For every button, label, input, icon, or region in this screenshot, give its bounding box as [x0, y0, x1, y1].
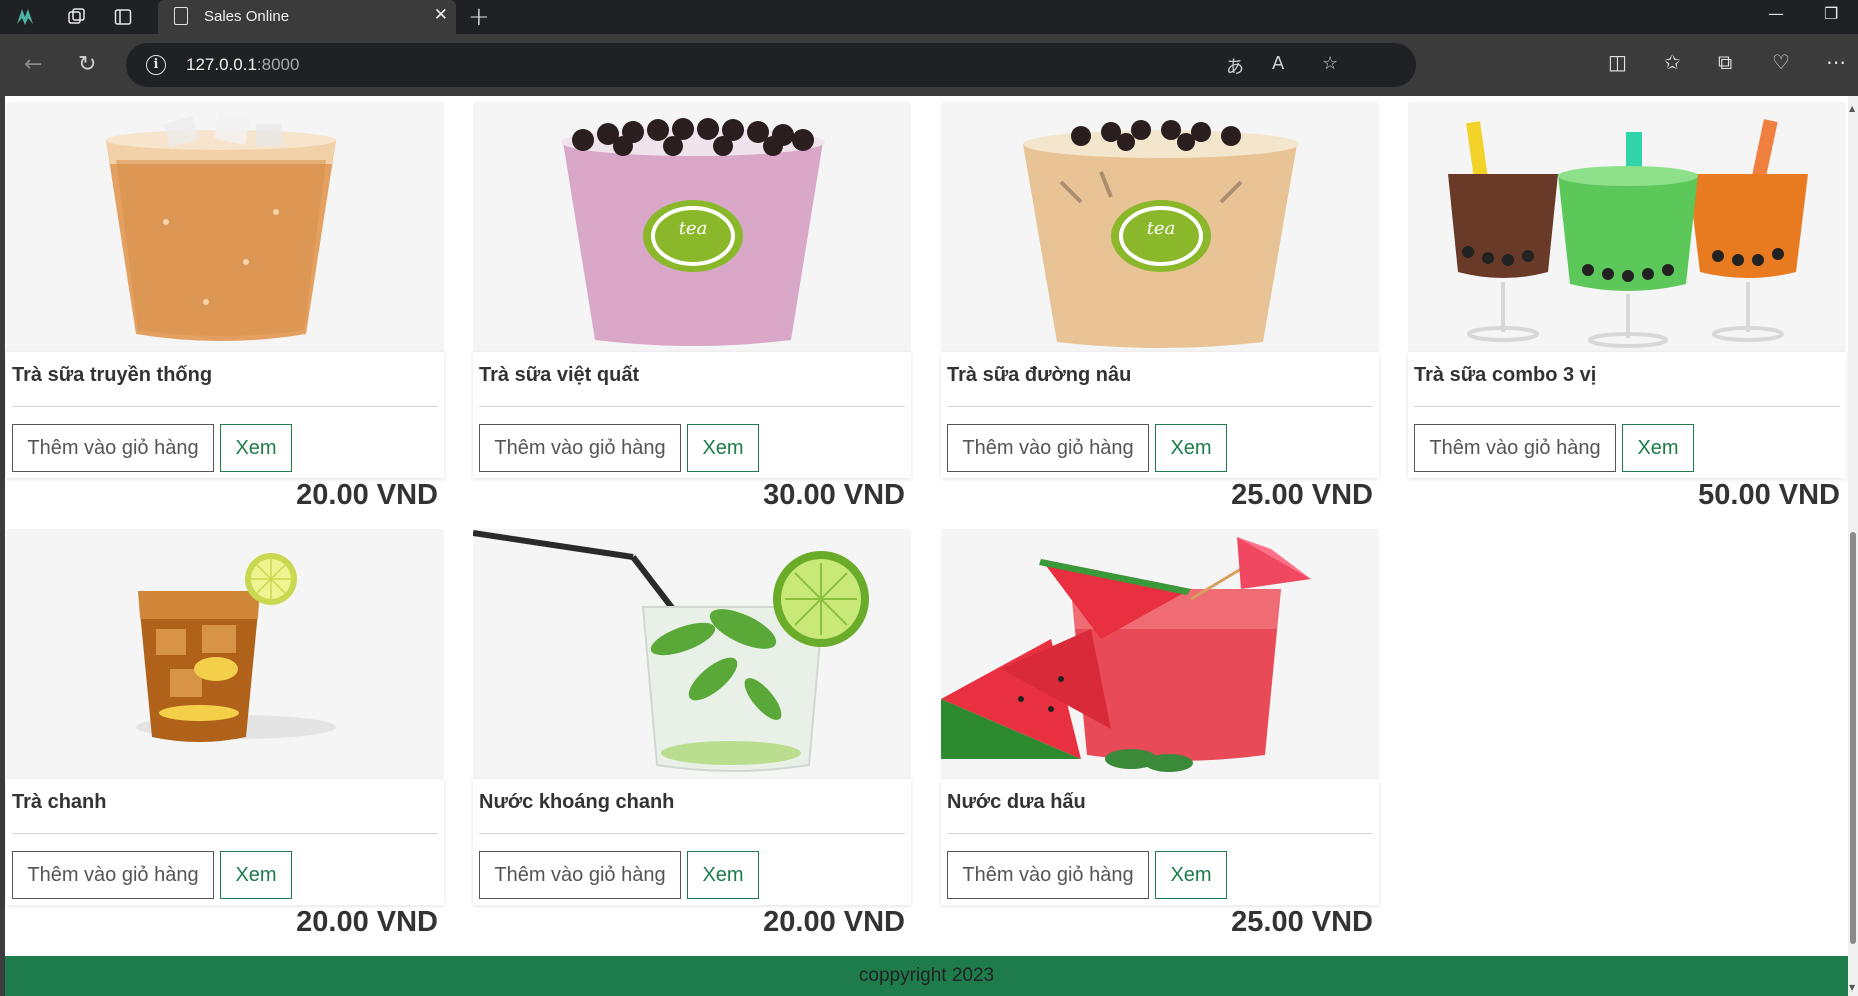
view-button[interactable]: Xem [220, 851, 292, 899]
product-card-body: Nước dưa hấu Thêm vào giỏ hàng Xem [941, 779, 1379, 905]
product-image-brown-sugar-milk-tea: tea [941, 102, 1379, 352]
add-to-cart-button[interactable]: Thêm vào giỏ hàng [1414, 424, 1616, 472]
product-name: Trà sữa combo 3 vị [1414, 364, 1597, 386]
back-icon[interactable]: ← [24, 52, 42, 77]
window-edge [0, 96, 5, 996]
product-name: Nước dưa hấu [947, 791, 1086, 813]
workspaces-icon[interactable] [66, 6, 88, 28]
view-button[interactable]: Xem [1155, 424, 1227, 472]
divider [479, 833, 905, 834]
product-price: 20.00 VND [763, 906, 905, 938]
product-card-body: Trà sữa truyền thống Thêm vào giỏ hàng X… [6, 352, 444, 478]
add-to-cart-button[interactable]: Thêm vào giỏ hàng [947, 424, 1149, 472]
read-aloud-icon[interactable]: A [1272, 53, 1284, 74]
browser-essentials-icon[interactable]: ♡ [1772, 50, 1790, 74]
product-card: tea Trà sữa việt quất Thêm vào giỏ hàng … [473, 102, 911, 511]
tab-sales-online[interactable]: Sales Online ✕ [158, 0, 456, 34]
translate-icon[interactable]: あ [1226, 53, 1244, 79]
url-port: :8000 [256, 55, 300, 74]
product-card: Nước dưa hấu Thêm vào giỏ hàng Xem 25.00… [941, 529, 1379, 938]
vertical-tabs-icon[interactable] [112, 6, 134, 28]
product-name: Trà sữa truyền thống [12, 364, 213, 386]
site-info-icon[interactable]: i [146, 55, 166, 75]
scrollbar-thumb[interactable] [1850, 532, 1856, 944]
product-price: 20.00 VND [296, 479, 438, 511]
add-to-cart-button[interactable]: Thêm vào giỏ hàng [479, 424, 681, 472]
refresh-icon[interactable]: ↻ [78, 52, 96, 77]
product-name: Trà sữa đường nâu [947, 364, 1132, 386]
scroll-down-arrow-icon[interactable]: ▼ [1849, 983, 1855, 992]
url-text[interactable]: 127.0.0.1:8000 [186, 55, 299, 75]
view-button[interactable]: Xem [1155, 851, 1227, 899]
add-to-cart-button[interactable]: Thêm vào giỏ hàng [12, 424, 214, 472]
product-name: Trà sữa việt quất [479, 364, 640, 386]
page-scrollbar[interactable]: ▲ ▼ [1848, 96, 1858, 996]
view-button[interactable]: Xem [1622, 424, 1694, 472]
favorite-star-icon[interactable]: ☆ [1322, 53, 1338, 74]
divider [947, 833, 1373, 834]
product-price: 30.00 VND [763, 479, 905, 511]
add-to-cart-button[interactable]: Thêm vào giỏ hàng [947, 851, 1149, 899]
product-card: Trà sữa combo 3 vị Thêm vào giỏ hàng Xem… [1408, 102, 1846, 511]
view-button[interactable]: Xem [687, 851, 759, 899]
product-image-blueberry-milk-tea: tea [473, 102, 911, 352]
site-footer: coppyright 2023 [5, 956, 1848, 996]
page-viewport: Trà sữa truyền thống Thêm vào giỏ hàng X… [0, 96, 1858, 996]
product-card-body: Nước khoáng chanh Thêm vào giỏ hàng Xem [473, 779, 911, 905]
address-bar[interactable]: i 127.0.0.1:8000 あ A ☆ [126, 43, 1416, 87]
product-card-body: Trà chanh Thêm vào giỏ hàng Xem [6, 779, 444, 905]
add-to-cart-button[interactable]: Thêm vào giỏ hàng [12, 851, 214, 899]
url-host: 127.0.0.1 [186, 55, 257, 74]
browser-titlebar: Sales Online ✕ + — ❐ [0, 0, 1858, 34]
divider [12, 833, 438, 834]
product-image-lemon-tea [6, 529, 444, 779]
product-name: Trà chanh [12, 791, 107, 813]
product-card: Trà chanh Thêm vào giỏ hàng Xem 20.00 VN… [6, 529, 444, 938]
product-card-body: Trà sữa việt quất Thêm vào giỏ hàng Xem [473, 352, 911, 478]
product-price: 25.00 VND [1231, 906, 1373, 938]
collections-icon[interactable]: ⧉ [1718, 50, 1732, 74]
view-button[interactable]: Xem [220, 424, 292, 472]
product-price: 50.00 VND [1698, 479, 1840, 511]
view-button[interactable]: Xem [687, 424, 759, 472]
minimize-icon[interactable]: — [1768, 4, 1784, 23]
tab-title: Sales Online [204, 8, 290, 25]
divider [947, 406, 1373, 407]
restore-icon[interactable]: ❐ [1824, 4, 1838, 23]
close-tab-icon[interactable]: ✕ [434, 5, 448, 25]
divider [479, 406, 905, 407]
product-price: 20.00 VND [296, 906, 438, 938]
divider [12, 406, 438, 407]
product-image-watermelon-juice [941, 529, 1379, 779]
product-image-combo-3-flavors [1408, 102, 1846, 352]
product-name: Nước khoáng chanh [479, 791, 675, 813]
browser-profile-icon[interactable] [14, 6, 36, 28]
product-card: Nước khoáng chanh Thêm vào giỏ hàng Xem … [473, 529, 911, 938]
svg-text:tea: tea [679, 218, 708, 239]
copyright-text: coppyright 2023 [858, 965, 995, 986]
scroll-up-arrow-icon[interactable]: ▲ [1849, 104, 1855, 113]
product-card: Trà sữa truyền thống Thêm vào giỏ hàng X… [6, 102, 444, 511]
product-card: tea Trà sữa đường nâu Thêm vào giỏ hàng … [941, 102, 1379, 511]
divider [1414, 406, 1840, 407]
page-icon [174, 7, 188, 25]
product-image-lime-mineral-water [473, 529, 911, 779]
product-price: 25.00 VND [1231, 479, 1373, 511]
add-to-cart-button[interactable]: Thêm vào giỏ hàng [479, 851, 681, 899]
new-tab-icon[interactable]: + [468, 2, 490, 32]
product-card-body: Trà sữa combo 3 vị Thêm vào giỏ hàng Xem [1408, 352, 1846, 478]
product-image-milk-tea [6, 102, 444, 352]
svg-text:tea: tea [1147, 218, 1176, 239]
split-screen-icon[interactable]: ◫ [1608, 50, 1627, 74]
favorites-icon[interactable]: ✩ [1664, 50, 1681, 74]
browser-toolbar: ← ↻ i 127.0.0.1:8000 あ A ☆ ◫ ✩ ⧉ ♡ ⋯ [0, 34, 1858, 96]
more-menu-icon[interactable]: ⋯ [1826, 50, 1846, 74]
product-card-body: Trà sữa đường nâu Thêm vào giỏ hàng Xem [941, 352, 1379, 478]
